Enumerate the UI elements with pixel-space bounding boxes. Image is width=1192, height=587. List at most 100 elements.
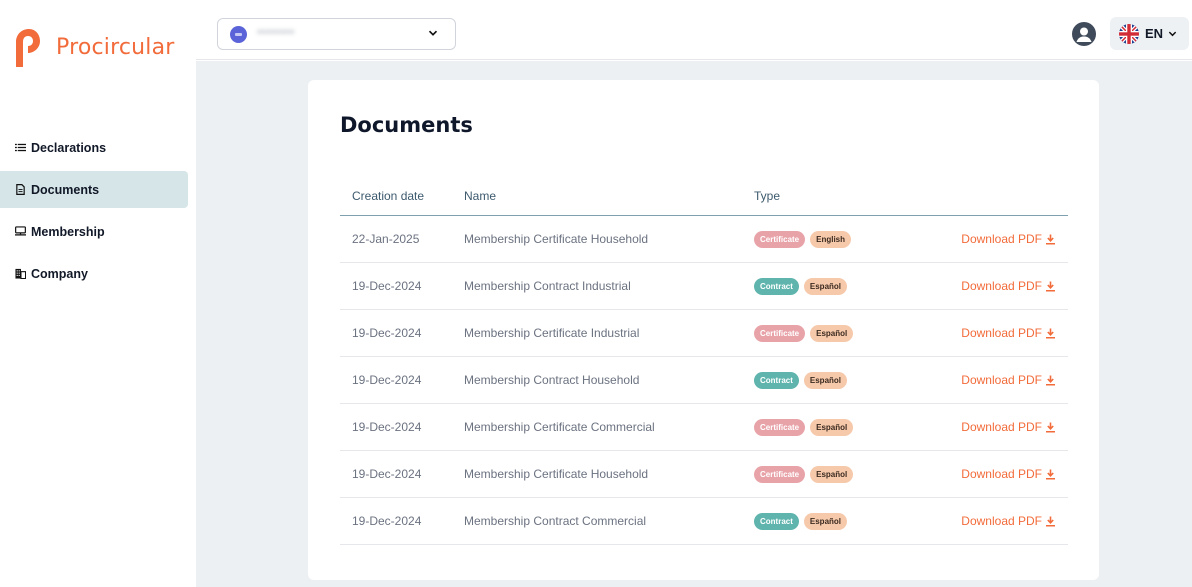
sidebar-item-label: Company xyxy=(31,266,88,281)
action-cell: Download PDF xyxy=(934,467,1068,481)
table-body: 22-Jan-2025 Membership Certificate Househ… xyxy=(340,216,1068,545)
sidebar-item-membership[interactable]: Membership xyxy=(0,213,188,250)
download-pdf-label: Download PDF xyxy=(961,373,1042,387)
table-row: 19-Dec-2024 Membership Certificate Househ… xyxy=(340,451,1068,498)
logo[interactable]: Procircular xyxy=(12,26,175,68)
document-name-cell: Membership Certificate Industrial xyxy=(464,326,640,340)
table-row: 19-Dec-2024 Membership Contract Household… xyxy=(340,357,1068,404)
type-cell: Certificate Español xyxy=(754,418,934,436)
organization-name: ******** xyxy=(257,27,295,41)
table-row: 19-Dec-2024 Membership Certificate Indust… xyxy=(340,310,1068,357)
download-pdf-label: Download PDF xyxy=(961,420,1042,434)
language-badge: Español xyxy=(810,418,854,436)
uk-flag-icon xyxy=(1119,23,1139,44)
column-header-name[interactable]: Name xyxy=(464,189,754,203)
action-cell: Download PDF xyxy=(934,514,1068,528)
sidebar: Procircular Declarations Documents Membe… xyxy=(0,0,196,587)
membership-icon xyxy=(14,226,26,238)
type-cell: Certificate Español xyxy=(754,465,934,483)
sidebar-item-declarations[interactable]: Declarations xyxy=(0,129,188,166)
table-header: Creation date Name Type xyxy=(340,176,1068,216)
document-name-cell: Membership Certificate Household xyxy=(464,467,649,481)
language-badge: Español xyxy=(810,465,854,483)
creation-date-cell: 19-Dec-2024 xyxy=(352,326,422,340)
table-row: 22-Jan-2025 Membership Certificate Househ… xyxy=(340,216,1068,263)
document-type-badge: Certificate xyxy=(754,465,806,483)
language-badge: Español xyxy=(803,277,848,295)
building-icon xyxy=(14,268,26,280)
creation-date-cell: 19-Dec-2024 xyxy=(352,279,422,293)
download-pdf-link[interactable]: Download PDF xyxy=(961,279,1056,293)
column-header-creation-date[interactable]: Creation date xyxy=(340,189,464,203)
language-selector[interactable]: EN xyxy=(1110,17,1189,50)
organization-select[interactable]: ******** xyxy=(217,18,456,50)
table-row: 19-Dec-2024 Membership Certificate Commer… xyxy=(340,404,1068,451)
document-name-cell: Membership Certificate Household xyxy=(464,232,649,246)
top-bar: ******** EN xyxy=(196,0,1192,60)
action-cell: Download PDF xyxy=(934,420,1068,434)
document-type-badge: Certificate xyxy=(754,418,806,436)
document-name-cell: Membership Contract Industrial xyxy=(464,279,631,293)
document-type-badge: Contract xyxy=(754,277,799,295)
main-content: Documents Creation date Name Type 22-Jan… xyxy=(196,61,1192,587)
creation-date-cell: 19-Dec-2024 xyxy=(352,467,422,481)
download-icon xyxy=(1046,469,1055,479)
table-row: 19-Dec-2024 Membership Contract Commercia… xyxy=(340,498,1068,545)
organization-avatar-icon xyxy=(230,25,247,43)
creation-date-cell: 19-Dec-2024 xyxy=(352,420,422,434)
download-pdf-label: Download PDF xyxy=(961,279,1042,293)
document-name-cell: Membership Contract Commercial xyxy=(464,514,647,528)
procircular-logo-icon xyxy=(16,29,40,67)
download-icon xyxy=(1046,516,1055,526)
page-title: Documents xyxy=(340,113,473,137)
language-label: EN xyxy=(1145,26,1164,41)
download-icon xyxy=(1046,281,1055,291)
type-cell: Contract Español xyxy=(754,371,934,389)
action-cell: Download PDF xyxy=(934,373,1068,387)
logo-text: Procircular xyxy=(56,34,175,60)
type-cell: Contract Español xyxy=(754,512,934,530)
download-pdf-link[interactable]: Download PDF xyxy=(961,373,1056,387)
document-name-cell: Membership Contract Household xyxy=(464,373,640,387)
column-header-type[interactable]: Type xyxy=(754,189,934,203)
sidebar-nav: Declarations Documents Membership Compan… xyxy=(0,129,188,297)
download-icon xyxy=(1046,375,1055,385)
type-cell: Contract Español xyxy=(754,277,934,295)
sidebar-item-label: Declarations xyxy=(31,140,107,155)
documents-card: Documents Creation date Name Type 22-Jan… xyxy=(308,80,1099,580)
download-pdf-link[interactable]: Download PDF xyxy=(961,232,1056,246)
download-pdf-link[interactable]: Download PDF xyxy=(961,514,1056,528)
action-cell: Download PDF xyxy=(934,232,1068,246)
action-cell: Download PDF xyxy=(934,279,1068,293)
document-type-badge: Certificate xyxy=(754,230,806,248)
chevron-down-icon xyxy=(1168,31,1177,37)
download-pdf-link[interactable]: Download PDF xyxy=(961,420,1056,434)
download-pdf-link[interactable]: Download PDF xyxy=(961,467,1056,481)
document-name-cell: Membership Certificate Commercial xyxy=(464,420,655,434)
download-pdf-label: Download PDF xyxy=(961,467,1042,481)
documents-table: Creation date Name Type 22-Jan-2025 Membe… xyxy=(340,176,1068,545)
download-pdf-label: Download PDF xyxy=(961,326,1042,340)
language-badge: English xyxy=(810,230,852,248)
download-icon xyxy=(1046,234,1055,244)
language-badge: Español xyxy=(803,371,848,389)
document-type-badge: Contract xyxy=(754,371,799,389)
sidebar-item-documents[interactable]: Documents xyxy=(0,171,188,208)
download-pdf-link[interactable]: Download PDF xyxy=(961,326,1056,340)
document-type-badge: Certificate xyxy=(754,324,806,342)
download-icon xyxy=(1046,422,1055,432)
type-cell: Certificate English xyxy=(754,230,934,248)
sidebar-item-company[interactable]: Company xyxy=(0,255,188,292)
user-account-icon[interactable] xyxy=(1072,22,1096,46)
language-badge: Español xyxy=(803,512,848,530)
creation-date-cell: 19-Dec-2024 xyxy=(352,373,422,387)
download-pdf-label: Download PDF xyxy=(961,232,1042,246)
list-icon xyxy=(14,142,26,154)
chevron-down-icon xyxy=(428,30,438,36)
document-type-badge: Contract xyxy=(754,512,799,530)
type-cell: Certificate Español xyxy=(754,324,934,342)
sidebar-item-label: Documents xyxy=(31,182,100,197)
download-icon xyxy=(1046,328,1055,338)
table-row: 19-Dec-2024 Membership Contract Industria… xyxy=(340,263,1068,310)
document-icon xyxy=(14,184,26,196)
